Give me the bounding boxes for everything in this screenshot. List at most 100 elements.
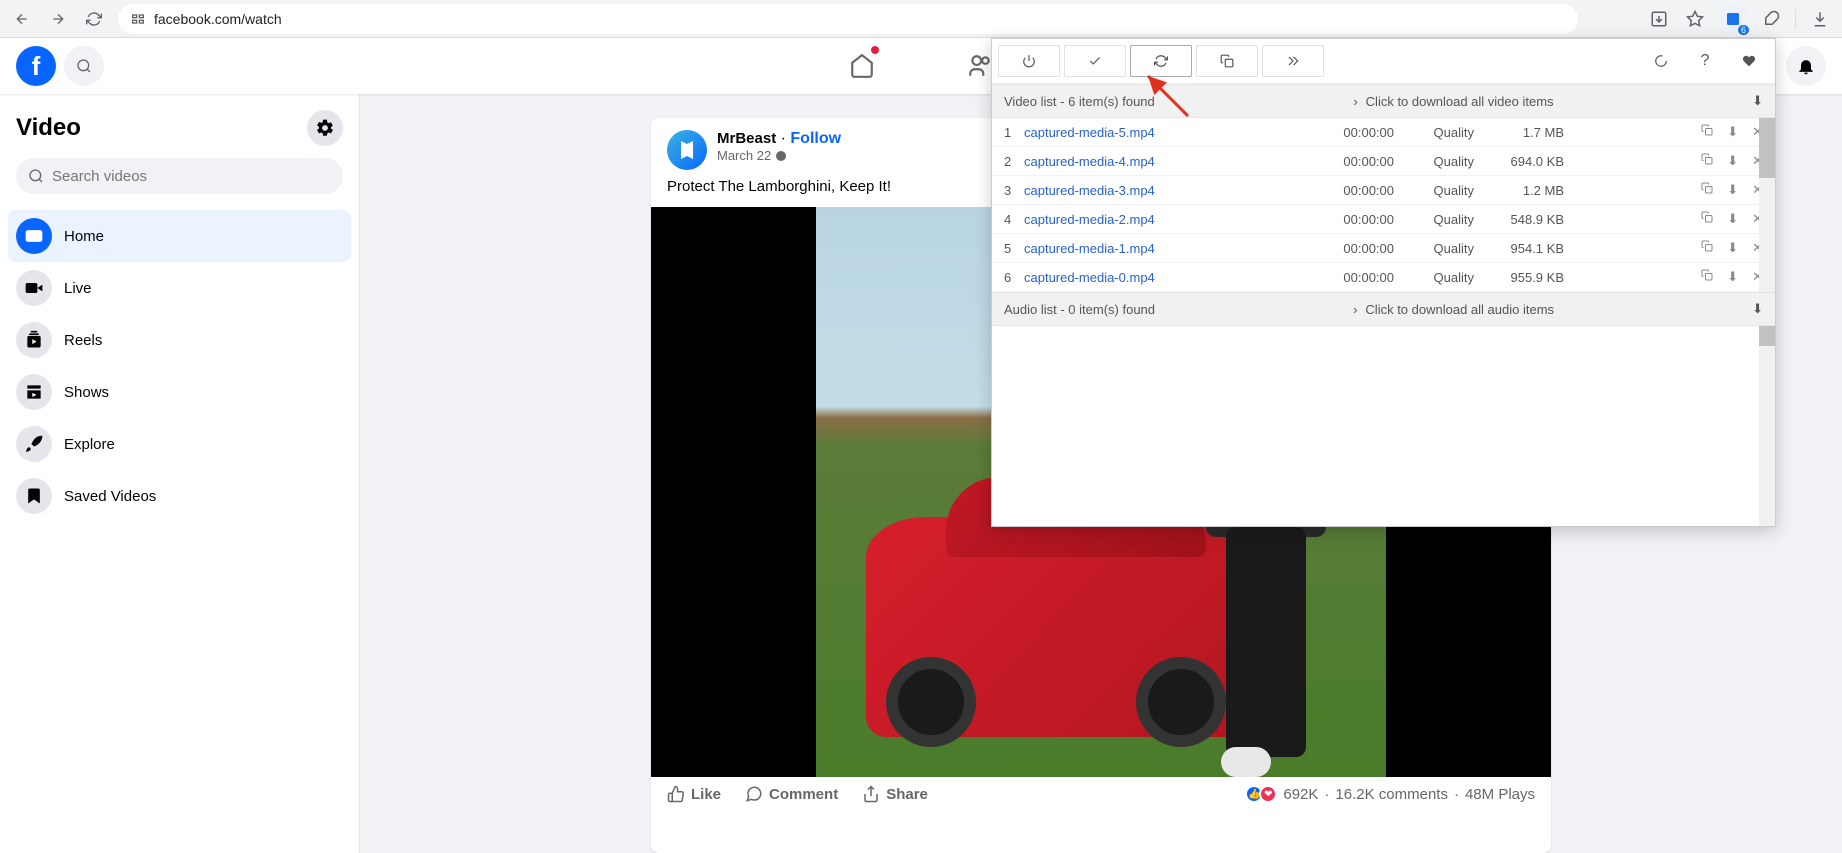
settings-button[interactable]	[307, 110, 343, 146]
chevron-right-icon: ›	[1353, 94, 1357, 109]
post-stats[interactable]: 👍❤ 692K · 16.2K comments · 48M Plays	[1249, 785, 1535, 803]
video-list: 1 captured-media-5.mp4 00:00:00 Quality …	[992, 118, 1775, 292]
audio-list-header[interactable]: Audio list - 0 item(s) found › Click to …	[992, 292, 1775, 326]
sidebar-item-reels[interactable]: Reels	[8, 314, 351, 366]
download-all-icon[interactable]: ⬇	[1752, 93, 1763, 109]
copy-icon[interactable]	[1701, 240, 1713, 256]
fb-logo[interactable]: f	[16, 46, 56, 86]
ext-power-button[interactable]	[998, 45, 1060, 77]
sidebar-item-label: Live	[64, 280, 92, 297]
row-quality[interactable]: Quality	[1394, 212, 1474, 227]
row-filename[interactable]: captured-media-5.mp4	[1024, 125, 1304, 140]
share-icon	[862, 785, 880, 803]
sidebar-search[interactable]	[16, 158, 343, 194]
install-app-icon[interactable]	[1647, 7, 1671, 31]
address-bar[interactable]: facebook.com/watch	[118, 4, 1578, 34]
downloads-icon[interactable]	[1808, 7, 1832, 31]
download-icon[interactable]: ⬇	[1727, 240, 1738, 256]
row-quality[interactable]: Quality	[1394, 270, 1474, 285]
ext-refresh-button[interactable]	[1130, 45, 1192, 77]
site-settings-icon[interactable]	[130, 11, 146, 27]
url-text: facebook.com/watch	[154, 11, 282, 27]
row-filename[interactable]: captured-media-2.mp4	[1024, 212, 1304, 227]
follow-link[interactable]: Follow	[790, 130, 841, 147]
sidebar-icon	[16, 218, 52, 254]
search-input[interactable]	[52, 168, 331, 185]
forward-button[interactable]	[46, 7, 70, 31]
row-quality[interactable]: Quality	[1394, 183, 1474, 198]
scrollbar[interactable]	[1759, 118, 1775, 292]
extension-button[interactable]: 6	[1719, 5, 1747, 33]
search-icon	[28, 168, 44, 184]
share-button[interactable]: Share	[862, 785, 928, 803]
media-row: 3 captured-media-3.mp4 00:00:00 Quality …	[992, 176, 1775, 205]
sidebar-item-saved-videos[interactable]: Saved Videos	[8, 470, 351, 522]
copy-icon[interactable]	[1701, 124, 1713, 140]
download-icon[interactable]: ⬇	[1727, 211, 1738, 227]
media-row: 6 captured-media-0.mp4 00:00:00 Quality …	[992, 263, 1775, 292]
like-button[interactable]: Like	[667, 785, 721, 803]
copy-icon[interactable]	[1701, 153, 1713, 169]
sidebar-item-label: Shows	[64, 384, 109, 401]
row-filename[interactable]: captured-media-3.mp4	[1024, 183, 1304, 198]
row-quality[interactable]: Quality	[1394, 154, 1474, 169]
row-quality[interactable]: Quality	[1394, 241, 1474, 256]
sidebar-item-shows[interactable]: Shows	[8, 366, 351, 418]
download-icon[interactable]: ⬇	[1727, 182, 1738, 198]
media-row: 5 captured-media-1.mp4 00:00:00 Quality …	[992, 234, 1775, 263]
download-icon[interactable]: ⬇	[1727, 153, 1738, 169]
row-size: 1.7 MB	[1474, 125, 1564, 140]
notifications-button[interactable]	[1786, 46, 1826, 86]
sidebar-item-home[interactable]: Home	[8, 210, 351, 262]
media-row: 1 captured-media-5.mp4 00:00:00 Quality …	[992, 118, 1775, 147]
reload-button[interactable]	[82, 7, 106, 31]
ext-skip-button[interactable]	[1262, 45, 1324, 77]
video-list-header[interactable]: Video list - 6 item(s) found › Click to …	[992, 84, 1775, 118]
copy-icon[interactable]	[1701, 182, 1713, 198]
ext-heart-button[interactable]	[1729, 45, 1769, 77]
post-author[interactable]: MrBeast	[717, 130, 776, 147]
row-filename[interactable]: captured-media-0.mp4	[1024, 270, 1304, 285]
avatar[interactable]	[667, 130, 707, 170]
row-filename[interactable]: captured-media-4.mp4	[1024, 154, 1304, 169]
fb-search-button[interactable]	[64, 46, 104, 86]
row-duration: 00:00:00	[1304, 241, 1394, 256]
copy-icon[interactable]	[1701, 269, 1713, 285]
globe-icon	[775, 150, 787, 162]
reaction-icons: 👍❤	[1249, 785, 1277, 803]
row-filename[interactable]: captured-media-1.mp4	[1024, 241, 1304, 256]
download-icon[interactable]: ⬇	[1727, 124, 1738, 140]
sidebar-icon	[16, 426, 52, 462]
ext-help-button[interactable]: ?	[1685, 45, 1725, 77]
row-quality[interactable]: Quality	[1394, 125, 1474, 140]
row-index: 5	[1004, 241, 1024, 256]
ext-copy-button[interactable]	[1196, 45, 1258, 77]
back-button[interactable]	[10, 7, 34, 31]
ext-toolbar: ?	[992, 39, 1775, 84]
extensions-menu-icon[interactable]	[1759, 7, 1783, 31]
sidebar-item-live[interactable]: Live	[8, 262, 351, 314]
media-row: 2 captured-media-4.mp4 00:00:00 Quality …	[992, 147, 1775, 176]
sidebar: Video Home Live Reels Shows Explore Saved Vid…	[0, 94, 360, 853]
ext-check-button[interactable]	[1064, 45, 1126, 77]
row-index: 3	[1004, 183, 1024, 198]
scrollbar[interactable]	[1759, 326, 1775, 526]
row-size: 955.9 KB	[1474, 270, 1564, 285]
row-size: 548.9 KB	[1474, 212, 1564, 227]
comment-button[interactable]: Comment	[745, 785, 838, 803]
copy-icon[interactable]	[1701, 211, 1713, 227]
row-duration: 00:00:00	[1304, 154, 1394, 169]
row-duration: 00:00:00	[1304, 270, 1394, 285]
sidebar-item-explore[interactable]: Explore	[8, 418, 351, 470]
sidebar-item-label: Saved Videos	[64, 488, 156, 505]
bookmark-icon[interactable]	[1683, 7, 1707, 31]
ext-loading-icon[interactable]	[1641, 45, 1681, 77]
row-size: 1.2 MB	[1474, 183, 1564, 198]
download-all-icon[interactable]: ⬇	[1752, 301, 1763, 317]
row-index: 4	[1004, 212, 1024, 227]
page-title: Video	[16, 114, 81, 142]
tab-home[interactable]	[807, 38, 917, 94]
browser-toolbar: facebook.com/watch 6	[0, 0, 1842, 38]
download-icon[interactable]: ⬇	[1727, 269, 1738, 285]
post-date[interactable]: March 22	[717, 148, 841, 163]
